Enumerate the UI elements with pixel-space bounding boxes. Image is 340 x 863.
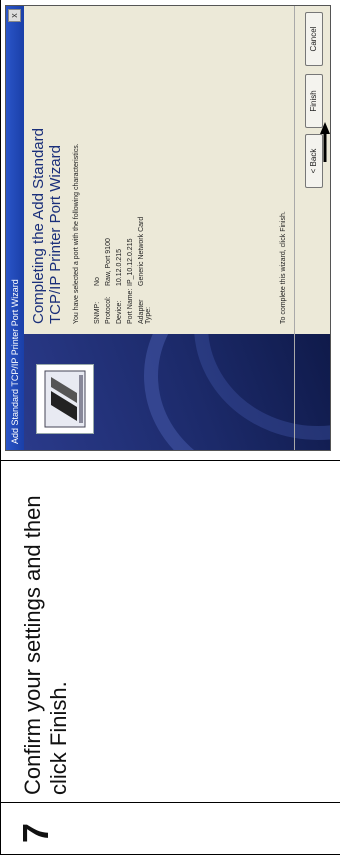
wizard-content: Completing the Add Standard TCP/IP Print… [30, 12, 152, 325]
pointer-arrow-icon [320, 122, 330, 162]
close-button[interactable]: x [8, 9, 21, 22]
wizard-heading-line2: TCP/IP Printer Port Wizard [47, 145, 65, 324]
wizard-window-title: Add Standard TCP/IP Printer Port Wizard [10, 279, 20, 444]
property-label: Protocol: [104, 296, 112, 324]
wizard-window: Add Standard TCP/IP Printer Port Wizard … [5, 5, 331, 451]
wizard-footer-text: To complete this wizard, click Finish. [280, 211, 287, 324]
property-label: Port Name: [126, 288, 134, 324]
property-row: SNMP: No [94, 12, 105, 324]
step-column-divider [0, 802, 340, 803]
image-column-divider [0, 460, 340, 461]
property-label: SNMP: [93, 301, 101, 324]
wizard-banner-panel [24, 334, 330, 450]
property-label: Adapter Type: [137, 299, 152, 324]
step-instruction: Confirm your settings and then click Fin… [20, 495, 72, 795]
property-row: Port Name: IP_10.12.0.215 [126, 12, 138, 325]
property-value: No [93, 277, 101, 286]
wizard-heading-line1: Completing the Add Standard [30, 128, 47, 324]
wizard-button-bar: < Back Finish Cancel [294, 6, 331, 450]
printer-icon [36, 364, 94, 434]
property-row: Adapter Type: Generic Network Card [137, 12, 152, 324]
wizard-heading: Completing the Add Standard TCP/IP Print… [30, 12, 65, 324]
table-left-rule [0, 854, 340, 855]
step-number: 7 [15, 822, 56, 843]
port-properties-list: SNMP: No Protocol: Raw, Port 9100 Device… [94, 12, 152, 325]
property-label: Device: [115, 300, 123, 324]
property-row: Protocol: Raw, Port 9100 [105, 12, 116, 324]
manual-page: 7 Confirm your settings and then click F… [0, 0, 340, 863]
finish-button[interactable]: Finish [305, 74, 323, 128]
property-value: Generic Network Card [137, 216, 145, 286]
cancel-button[interactable]: Cancel [305, 12, 323, 66]
wizard-subtitle: You have selected a port with the follow… [72, 143, 80, 324]
table-top-rule [0, 0, 1, 855]
property-value: 10.12.0.215 [115, 249, 123, 286]
property-row: Device: 10.12.0.215 [116, 12, 127, 324]
property-value: Raw, Port 9100 [104, 238, 112, 286]
property-value: IP_10.12.0.215 [126, 238, 134, 287]
wizard-title-bar: Add Standard TCP/IP Printer Port Wizard … [6, 6, 24, 450]
